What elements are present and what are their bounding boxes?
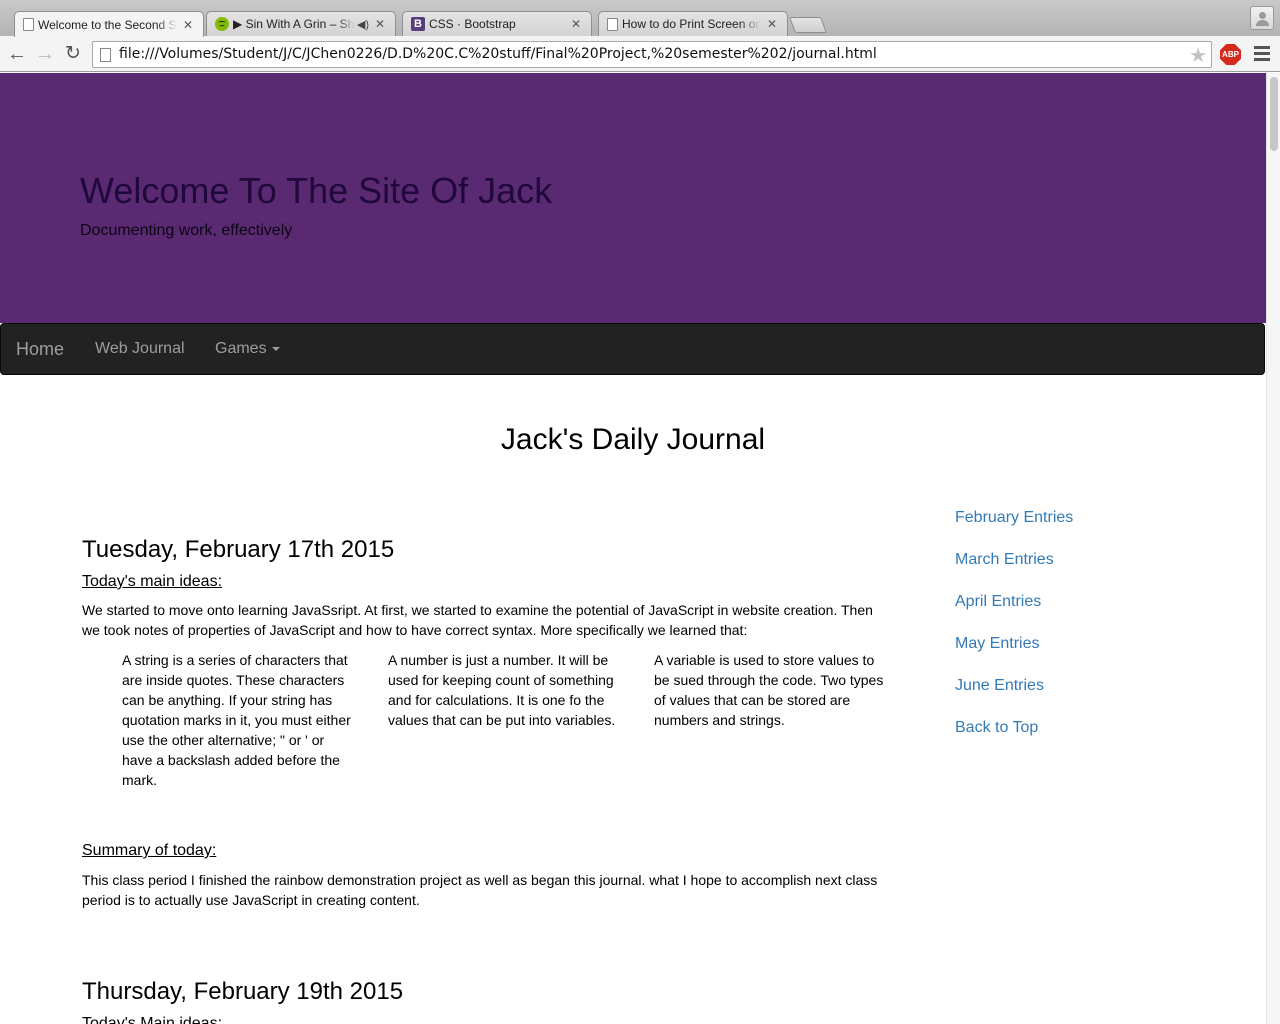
- new-tab-button[interactable]: [789, 17, 827, 33]
- journal-title: Jack's Daily Journal: [500, 423, 766, 456]
- nav-games-label: Games: [215, 340, 267, 357]
- close-icon[interactable]: ✕: [181, 18, 195, 32]
- back-arrow-icon[interactable]: ←: [6, 43, 28, 65]
- browser-tab-welcome[interactable]: Welcome to the Second Semester ✕: [14, 11, 204, 37]
- tab-title: How to do Print Screen on a Mac: [622, 17, 761, 31]
- browser-tab-bootstrap[interactable]: B CSS · Bootstrap ✕: [402, 11, 592, 36]
- entry-intro: We started to move onto learning JavaSsr…: [82, 602, 873, 638]
- site-navbar: Home Web Journal Games: [0, 323, 1265, 375]
- profile-icon[interactable]: [1250, 6, 1274, 30]
- sidebar-link-february[interactable]: February Entries: [955, 508, 1073, 528]
- sidebar-link-april[interactable]: April Entries: [955, 592, 1073, 612]
- sidebar-link-back-to-top[interactable]: Back to Top: [955, 718, 1073, 738]
- scrollbar-thumb[interactable]: [1270, 77, 1278, 151]
- main-ideas-label: Today's main ideas:: [82, 573, 223, 590]
- site-subtitle: Documenting work, effectively: [80, 222, 293, 239]
- concept-string: A string is a series of characters that …: [122, 652, 351, 788]
- tab-title: CSS · Bootstrap: [429, 17, 516, 31]
- adblock-plus-icon[interactable]: ABP: [1220, 44, 1241, 65]
- entry-date: Tuesday, February 17th 2015: [82, 536, 395, 563]
- spotify-icon: [215, 17, 229, 31]
- bootstrap-icon: B: [411, 17, 425, 31]
- speaker-icon: ◀): [356, 18, 369, 31]
- summary-label: Summary of today:: [82, 842, 217, 859]
- page-scrollbar[interactable]: [1266, 73, 1280, 1024]
- caret-down-icon: [271, 346, 280, 351]
- tab-title: ▶ Sin With A Grin – Shinedown: [233, 17, 355, 31]
- nav-games-dropdown[interactable]: Games: [215, 340, 280, 358]
- browser-toolbar: ← → ↻ file:///Volumes/Student/J/C/JChen0…: [0, 36, 1280, 72]
- entry-summary: This class period I finished the rainbow…: [82, 872, 878, 908]
- page-icon: [607, 17, 618, 31]
- address-bar[interactable]: file:///Volumes/Student/J/C/JChen0226/D.…: [92, 41, 1212, 68]
- menu-icon[interactable]: [1254, 46, 1270, 62]
- browser-tab-print-screen[interactable]: How to do Print Screen on a Mac ✕: [598, 11, 788, 36]
- page-icon: [100, 48, 111, 62]
- sidebar-link-may[interactable]: May Entries: [955, 634, 1073, 654]
- browser-tab-spotify[interactable]: ▶ Sin With A Grin – Shinedown ◀) ✕: [206, 11, 396, 36]
- url-text[interactable]: file:///Volumes/Student/J/C/JChen0226/D.…: [119, 46, 877, 62]
- nav-home-link[interactable]: Home: [16, 339, 64, 360]
- page-viewport: Welcome To The Site Of Jack Documenting …: [0, 73, 1266, 1024]
- site-header: Welcome To The Site Of Jack Documenting …: [0, 73, 1266, 323]
- concept-number: A number is just a number. It will be us…: [388, 652, 616, 728]
- tab-title: Welcome to the Second Semester: [38, 17, 177, 32]
- forward-arrow-icon[interactable]: →: [34, 43, 56, 65]
- close-icon[interactable]: ✕: [569, 17, 583, 31]
- main-ideas-label: Today's Main ideas:: [82, 1015, 223, 1024]
- entry-date: Thursday, February 19th 2015: [82, 978, 404, 1005]
- close-icon[interactable]: ✕: [765, 17, 779, 31]
- site-title: Welcome To The Site Of Jack: [80, 170, 553, 211]
- page-icon: [23, 18, 34, 31]
- sidebar-nav: February Entries March Entries April Ent…: [955, 508, 1073, 760]
- browser-tab-strip: Welcome to the Second Semester ✕ ▶ Sin W…: [0, 0, 1280, 37]
- concept-variable: A variable is used to store values to be…: [654, 652, 884, 728]
- bookmark-star-icon[interactable]: ★: [1189, 43, 1207, 68]
- sidebar-link-june[interactable]: June Entries: [955, 676, 1073, 696]
- close-icon[interactable]: ✕: [373, 17, 387, 31]
- nav-web-journal-link[interactable]: Web Journal: [95, 340, 185, 358]
- sidebar-link-march[interactable]: March Entries: [955, 550, 1073, 570]
- reload-icon[interactable]: ↻: [62, 43, 84, 65]
